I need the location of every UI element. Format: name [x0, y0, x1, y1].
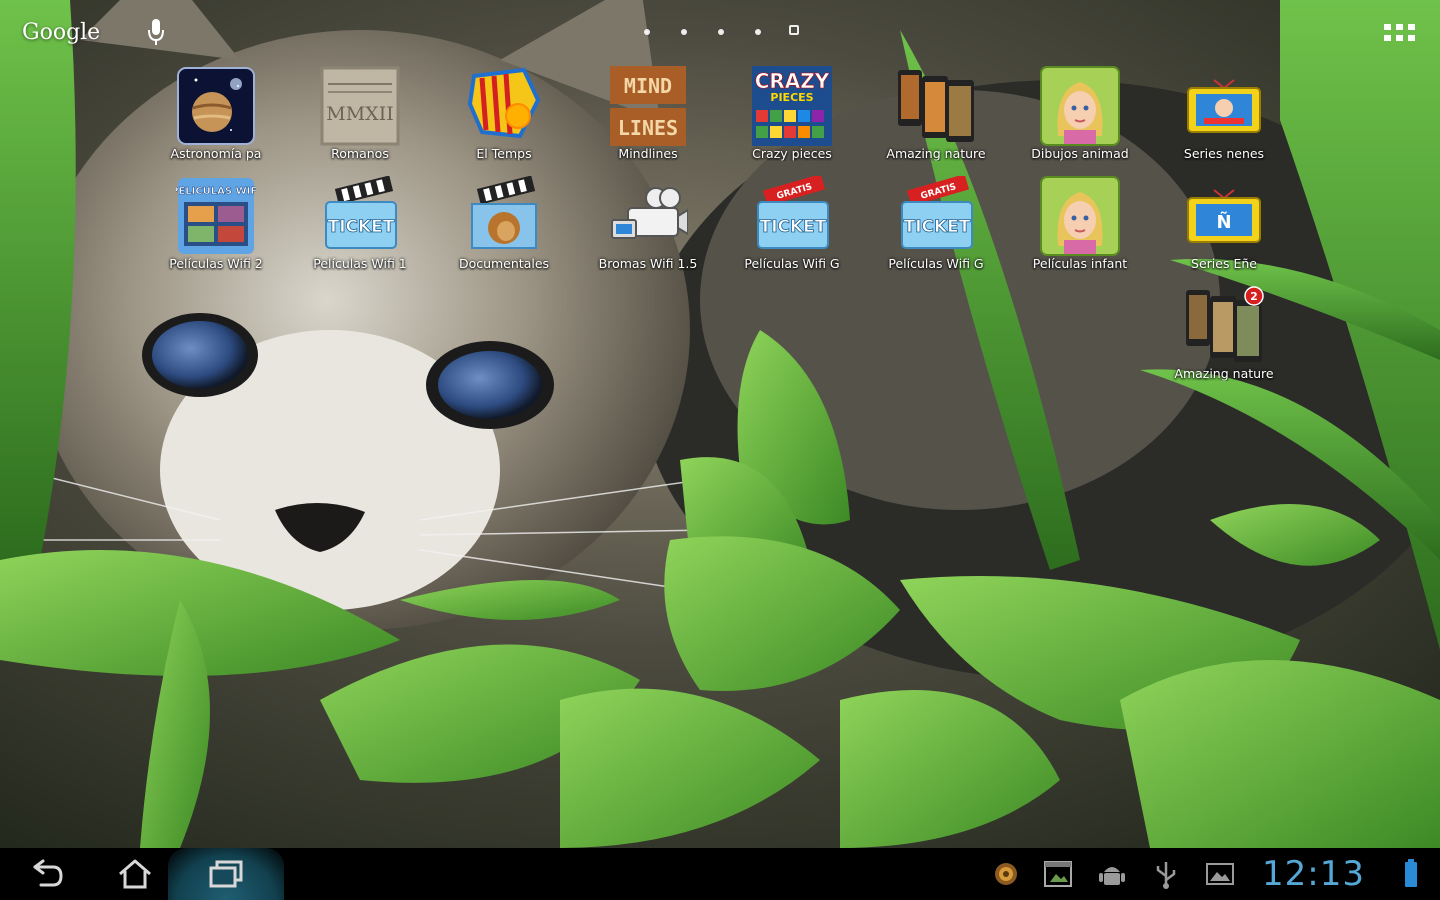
ticket-icon: TICKET [320, 175, 400, 256]
app-series-enye[interactable]: Ñ Series Eñe [1152, 176, 1296, 284]
recent-apps-icon[interactable] [168, 848, 284, 900]
android-debug-icon[interactable] [1096, 858, 1128, 890]
app-label: Películas Wifi 1 [313, 256, 407, 271]
app-documentales[interactable]: Documentales [432, 175, 576, 284]
app-label: Amazing nature [886, 146, 986, 161]
app-romanos[interactable]: MMXII Romanos [288, 66, 432, 174]
app-astronomia[interactable]: Astronomía pa [144, 66, 288, 174]
ticket-text: TICKET [904, 217, 971, 237]
app-peliculas-wifi-1[interactable]: TICKET Películas Wifi 1 [288, 175, 432, 284]
movies-wifi-icon: PELICULAS WIFI [171, 176, 261, 256]
lines-text: LINES [618, 116, 678, 140]
page-dot [681, 29, 687, 35]
notification-app-icon[interactable] [990, 858, 1022, 890]
badge-count: 2 [1250, 290, 1258, 303]
app-amazing-nature[interactable]: Amazing nature [864, 66, 1008, 174]
tv-enye-icon: Ñ [1184, 176, 1264, 256]
app-label: Romanos [331, 146, 389, 161]
app-dibujos-animados[interactable]: Dibujos animad [1008, 66, 1152, 174]
app-label: Películas Wifi G [744, 256, 840, 271]
catalonia-sun-icon [464, 66, 544, 146]
roman-numeral-text: MMXII [326, 103, 393, 125]
back-icon[interactable] [14, 848, 80, 900]
lion-film-icon [464, 175, 544, 256]
usb-icon[interactable] [1150, 858, 1182, 890]
app-label: Astronomía pa [170, 146, 262, 161]
app-amazing-nature-2[interactable]: 2 Amazing nature [1152, 286, 1296, 394]
cartoon-girl-icon [1040, 176, 1120, 256]
app-label: Amazing nature [1174, 366, 1274, 381]
microphone-icon[interactable] [144, 16, 168, 48]
page-indicator [634, 22, 814, 42]
app-label: Películas infant [1032, 256, 1128, 271]
gallery-icon[interactable] [1204, 858, 1236, 890]
pieces-text: PIECES [770, 91, 813, 104]
page-dot [644, 29, 650, 35]
app-label: Dibujos animad [1031, 146, 1129, 161]
app-label: Mindlines [618, 146, 678, 161]
home-icon[interactable] [100, 848, 170, 900]
page-dot [755, 29, 761, 35]
page-dot [718, 29, 724, 35]
camera-icon [608, 176, 689, 256]
roman-stone-icon: MMXII [320, 66, 400, 146]
app-mindlines[interactable]: MIND LINES Mindlines [576, 66, 720, 174]
ticket-text: TICKET [760, 217, 827, 237]
page-dot-current [789, 25, 799, 35]
app-label: El Temps [476, 146, 532, 161]
cartoon-girl-icon [1040, 66, 1120, 146]
crazy-text: CRAZY [755, 69, 830, 93]
app-label: Películas Wifi G [888, 256, 984, 271]
tv-kids-icon [1184, 66, 1264, 146]
phones-nature-icon: 2 [1184, 286, 1264, 366]
ticket-gratis-icon: GRATIS TICKET [896, 174, 976, 256]
app-peliculas-wifi-2[interactable]: PELICULAS WIFI Películas Wifi 2 [144, 176, 288, 284]
google-search-widget[interactable]: Google [22, 14, 100, 50]
phones-nature-icon [896, 66, 976, 146]
planet-icon [176, 66, 256, 146]
mind-text: MIND [624, 74, 672, 98]
app-label: Bromas Wifi 1.5 [598, 256, 698, 271]
ticket-text: TICKET [328, 217, 395, 237]
app-el-temps[interactable]: El Temps [432, 66, 576, 174]
screenshot-icon[interactable] [1042, 858, 1074, 890]
google-label: Google [22, 19, 101, 45]
ticket-gratis-icon: GRATIS TICKET [752, 174, 832, 256]
app-label: Crazy pieces [752, 146, 832, 161]
apps-grid-icon[interactable] [1382, 20, 1418, 46]
app-peliculas-wifi-g[interactable]: GRATIS TICKET Películas Wifi G [720, 174, 864, 284]
app-bromas-wifi[interactable]: Bromas Wifi 1.5 [576, 176, 720, 284]
peliculas-wifi-text: PELICULAS WIFI [176, 186, 256, 197]
app-label: Series Eñe [1191, 256, 1257, 271]
clock-time[interactable]: 12:13 [1262, 848, 1386, 900]
app-label: Series nenes [1183, 146, 1265, 161]
mind-lines-icon: MIND LINES [608, 66, 688, 146]
app-label: Documentales [458, 256, 550, 271]
system-navbar: 12:13 [0, 848, 1440, 900]
app-peliculas-wifi-g-2[interactable]: GRATIS TICKET Películas Wifi G [864, 174, 1008, 284]
app-crazy-pieces[interactable]: CRAZY PIECES Crazy pieces [720, 66, 864, 174]
crazy-pieces-icon: CRAZY PIECES [752, 66, 832, 146]
enye-text: Ñ [1216, 210, 1231, 233]
app-peliculas-infantiles[interactable]: Películas infant [1008, 176, 1152, 284]
app-label: Películas Wifi 2 [169, 256, 263, 271]
battery-icon[interactable] [1404, 858, 1418, 888]
app-series-nenes[interactable]: Series nenes [1152, 66, 1296, 174]
